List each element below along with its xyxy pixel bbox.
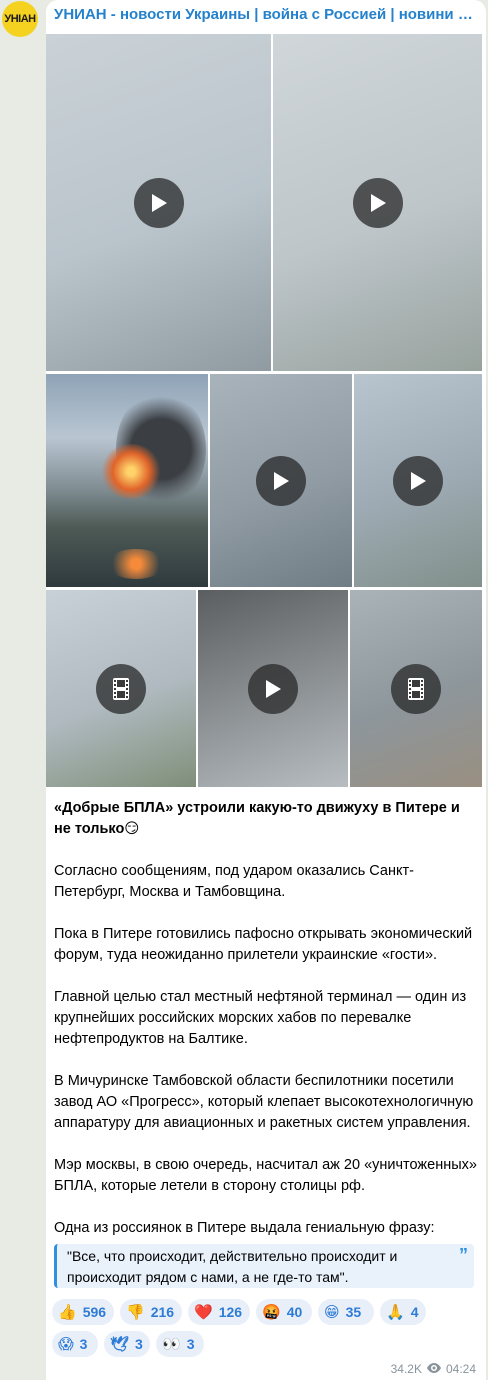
play-icon[interactable]	[393, 455, 443, 506]
play-icon[interactable]	[248, 663, 298, 714]
reaction-count: 596	[82, 1304, 107, 1320]
reaction-thumbs-up[interactable]: 👍 596	[52, 1299, 114, 1325]
reaction-count: 216	[150, 1304, 175, 1320]
post-paragraph: В Мичуринске Тамбовской области беспилот…	[54, 1073, 474, 1131]
post-paragraph: Мэр москвы, в свою очередь, насчитал аж …	[54, 1157, 477, 1194]
film-icon[interactable]	[96, 663, 146, 714]
reaction-angry[interactable]: 🤬 40	[256, 1299, 312, 1325]
reaction-count: 4	[410, 1304, 419, 1320]
grin-face-icon: 😁	[324, 1304, 340, 1321]
reaction-grin[interactable]: 😁 35	[318, 1299, 374, 1325]
post-paragraph: Главной целью стал местный нефтяной терм…	[54, 989, 467, 1047]
eye-icon	[426, 1362, 441, 1376]
post-headline: «Добрые БПЛА» устроили какую-то движуху …	[54, 800, 460, 837]
reaction-count: 3	[135, 1336, 143, 1352]
channel-avatar[interactable]: УНІАН	[2, 1, 38, 37]
dove-icon: 🕊	[110, 1336, 130, 1353]
post-text: «Добрые БПЛА» устроили какую-то движуху …	[54, 798, 478, 1260]
reaction-heart[interactable]: ❤️ 126	[188, 1299, 250, 1325]
quote-block: "Все, что происходит, действительно прои…	[54, 1244, 474, 1288]
fire-blaze	[101, 444, 161, 499]
reaction-eyes[interactable]: 👀 3	[156, 1331, 204, 1357]
post-paragraph: Согласно сообщениям, под ударом оказалис…	[54, 863, 414, 900]
play-icon[interactable]	[352, 177, 403, 228]
channel-name[interactable]: УНИАН - новости Украины | война с Россие…	[54, 6, 480, 23]
video-thumbnail[interactable]	[210, 374, 352, 587]
play-icon[interactable]	[133, 177, 184, 228]
post-paragraph: Пока в Питере готовились пафосно открыва…	[54, 926, 473, 963]
thumbs-up-icon: 👍	[58, 1304, 77, 1321]
fire-reflection	[106, 549, 166, 579]
eyes-icon: 👀	[162, 1336, 181, 1353]
scream-face-icon: 😱	[58, 1336, 74, 1353]
reaction-pray[interactable]: 🙏 4	[380, 1299, 426, 1325]
pray-hands-icon: 🙏	[386, 1304, 405, 1321]
video-thumbnail[interactable]	[46, 34, 271, 371]
reaction-count: 126	[218, 1304, 243, 1320]
reaction-count: 3	[79, 1336, 88, 1352]
reaction-dove[interactable]: 🕊 3	[104, 1331, 150, 1357]
film-icon[interactable]	[391, 663, 441, 714]
message-bubble: УНИАН - новости Украины | война с Россие…	[46, 0, 486, 1380]
view-count: 34.2K	[390, 1362, 422, 1376]
reaction-scream[interactable]: 😱 3	[52, 1331, 98, 1357]
gif-thumbnail[interactable]	[350, 590, 482, 787]
gif-thumbnail[interactable]	[46, 590, 196, 787]
play-icon[interactable]	[256, 455, 306, 506]
reaction-count: 40	[286, 1304, 303, 1320]
video-thumbnail[interactable]	[198, 590, 348, 787]
thumbs-down-icon: 👎	[126, 1304, 145, 1321]
message-meta: 34.2K 04:24	[391, 1362, 476, 1376]
angry-face-icon: 🤬	[262, 1304, 281, 1321]
video-thumbnail[interactable]	[273, 34, 482, 371]
reaction-count: 3	[186, 1336, 195, 1352]
message-time: 04:24	[445, 1362, 476, 1376]
reaction-thumbs-down[interactable]: 👎 216	[120, 1299, 182, 1325]
quote-text: "Все, что происходит, действительно прои…	[67, 1248, 398, 1285]
video-thumbnail[interactable]	[354, 374, 482, 587]
photo-thumbnail[interactable]	[46, 374, 208, 587]
reaction-count: 35	[345, 1304, 362, 1320]
quote-icon: ”	[459, 1245, 468, 1265]
heart-icon: ❤️	[194, 1304, 213, 1321]
post-paragraph: Одна из россиянок в Питере выдала гениал…	[54, 1220, 435, 1236]
